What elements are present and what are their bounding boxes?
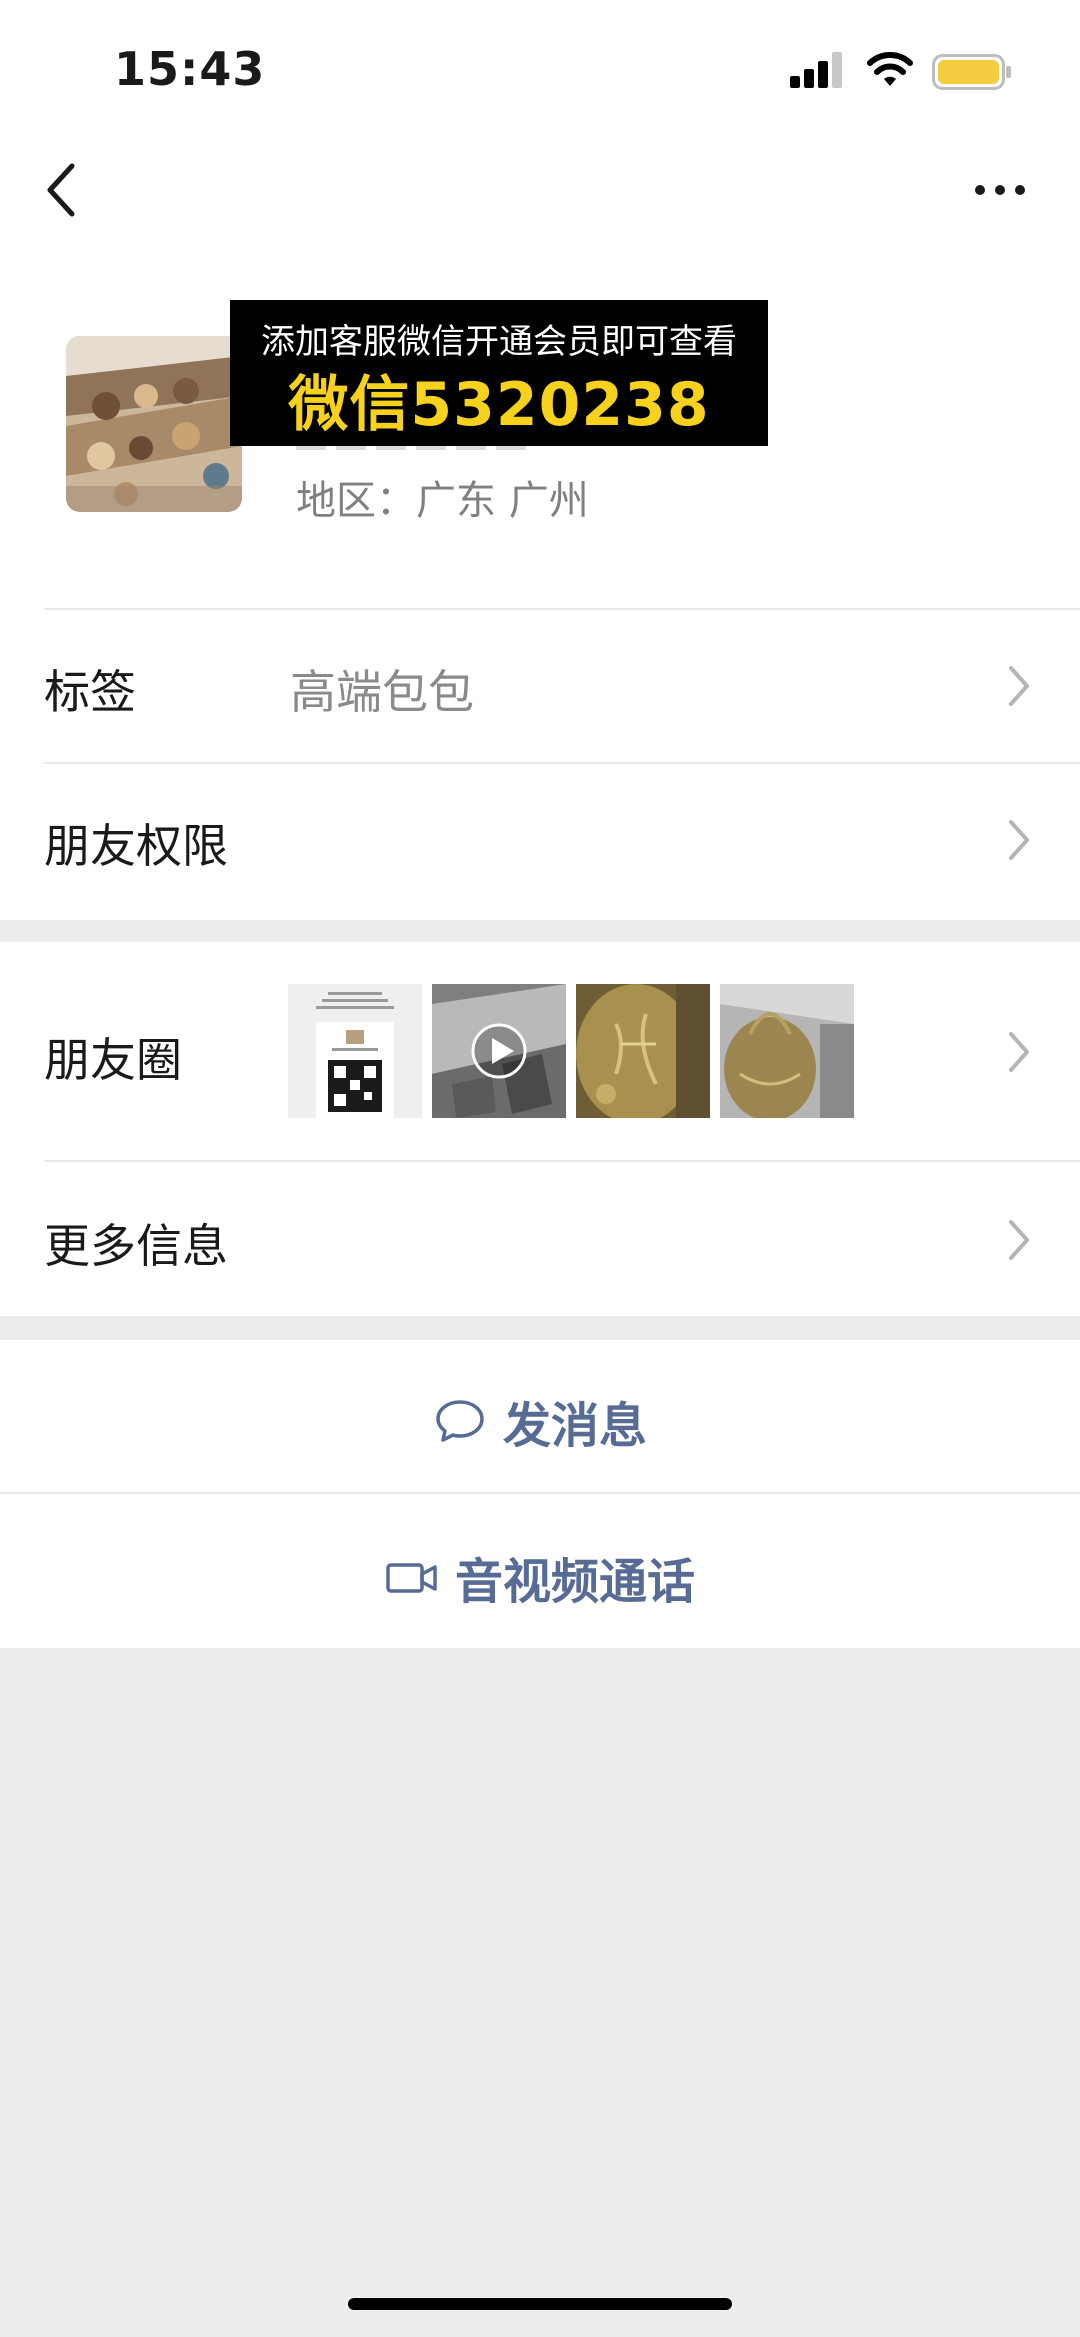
region-label: 地区：	[296, 478, 416, 524]
wifi-icon	[867, 52, 913, 86]
more-icon[interactable]	[970, 170, 1030, 210]
region-value: 广东 广州	[416, 478, 589, 524]
home-indicator[interactable]	[348, 2298, 732, 2310]
video-camera-icon	[386, 1563, 437, 1593]
moments-thumbnail-video	[432, 984, 566, 1118]
chevron-right-icon	[1009, 1032, 1029, 1072]
chevron-right-icon	[1009, 820, 1029, 860]
avatar[interactable]	[66, 336, 242, 512]
row-tags[interactable]	[0, 610, 1080, 762]
send-message-button[interactable]: 发消息	[0, 1340, 1080, 1492]
region-text: 地区：广东 广州	[296, 468, 589, 526]
status-time: 15:43	[114, 42, 266, 96]
avatar-image	[66, 336, 242, 512]
battery-icon	[932, 54, 1011, 90]
cellular-signal-icon	[790, 52, 842, 88]
chevron-right-icon	[1009, 1220, 1029, 1260]
chat-bubble-icon	[436, 1400, 484, 1442]
row-more-info-label: 更多信息	[44, 1219, 228, 1273]
moments-thumbnail	[288, 984, 422, 1118]
chevron-right-icon	[1009, 666, 1029, 706]
row-tags-label: 标签	[44, 665, 136, 719]
av-call-button[interactable]: 音视频通话	[0, 1494, 1080, 1648]
av-call-label: 音视频通话	[454, 1554, 695, 1610]
promo-overlay-line2: 微信5320238	[288, 370, 710, 440]
row-moments-label: 朋友圈	[44, 1033, 182, 1087]
row-permissions-label: 朋友权限	[44, 819, 228, 873]
moments-thumbnail	[720, 984, 854, 1118]
promo-overlay-banner: 添加客服微信开通会员即可查看 微信5320238	[230, 300, 768, 446]
send-message-label: 发消息	[502, 1398, 647, 1454]
row-tags-value: 高端包包	[290, 665, 474, 719]
moments-thumbnail	[576, 984, 710, 1118]
back-icon[interactable]	[40, 160, 84, 220]
